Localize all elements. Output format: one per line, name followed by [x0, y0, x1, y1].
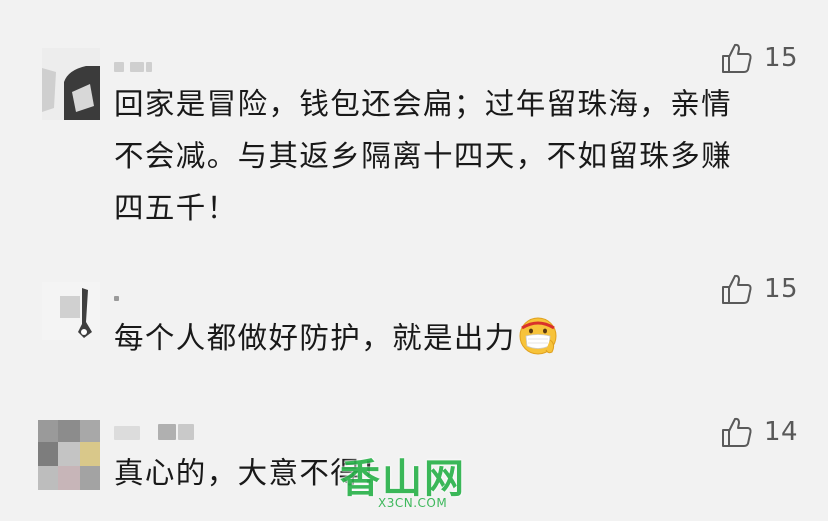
- thumbs-up-icon: [722, 274, 752, 304]
- thumbs-up-icon: [722, 43, 752, 73]
- comment-text-line: 不会减。与其返乡隔离十四天，不如留珠多赚: [114, 139, 733, 173]
- like-count: 14: [764, 417, 799, 447]
- like-count: 15: [764, 43, 799, 73]
- comment-text: 回家是冒险，钱包还会扁；过年留珠海，亲情 不会减。与其返乡隔离十四天，不如留珠多…: [114, 78, 794, 234]
- watermark-url: X3CN.COM: [378, 496, 448, 510]
- comment-item: 15 每个人都做好防护，就是出力: [0, 240, 828, 400]
- nickname[interactable]: [114, 290, 124, 308]
- comment-text: 每个人都做好防护，就是出力: [114, 312, 794, 364]
- avatar[interactable]: [42, 48, 100, 120]
- avatar[interactable]: [38, 420, 100, 490]
- avatar-image: [42, 48, 100, 120]
- like-count: 15: [764, 274, 799, 304]
- comment-item: 15 回家是冒险，钱包还会扁；过年留珠海，亲情 不会减。与其返乡隔离十四天，不如…: [0, 0, 828, 240]
- like-button[interactable]: 15: [720, 38, 828, 78]
- avatar-image: [42, 282, 100, 340]
- comment-list: 15 回家是冒险，钱包还会扁；过年留珠海，亲情 不会减。与其返乡隔离十四天，不如…: [0, 0, 828, 521]
- like-button[interactable]: 14: [720, 412, 828, 452]
- nickname[interactable]: [114, 58, 154, 76]
- watermark: 香山网 X3CN.COM: [340, 446, 490, 516]
- nickname[interactable]: [114, 422, 214, 440]
- avatar-image: [38, 420, 100, 490]
- comment-text-line: 回家是冒险，钱包还会扁；过年留珠海，亲情: [114, 87, 733, 121]
- like-button[interactable]: 15: [720, 269, 828, 309]
- thumbs-up-icon: [722, 417, 752, 447]
- comment-text-line: 四五千！: [114, 191, 238, 225]
- avatar[interactable]: [42, 282, 100, 340]
- comment-text-line: 每个人都做好防护，就是出力: [114, 321, 516, 355]
- mask-face-emoji: [519, 317, 557, 355]
